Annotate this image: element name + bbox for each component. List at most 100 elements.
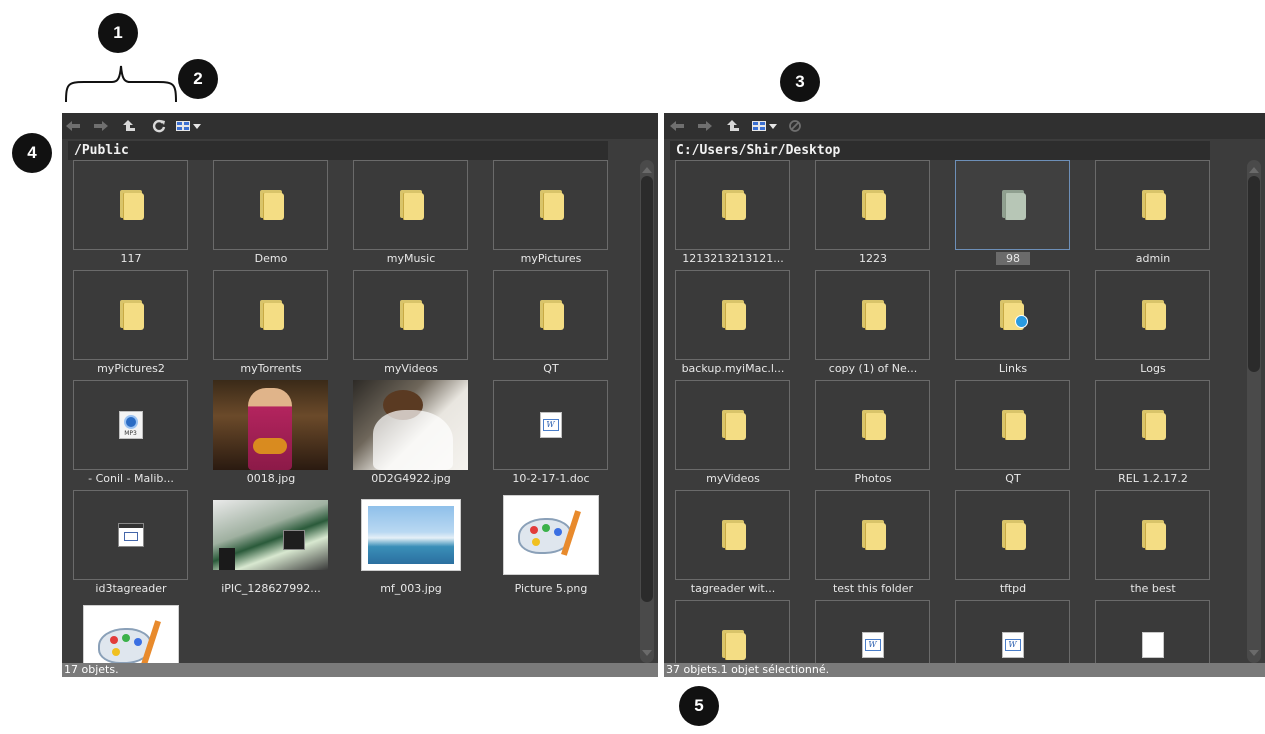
file-item[interactable]: backup.myiMac.l... (670, 270, 810, 380)
file-item[interactable]: test this folder (810, 490, 950, 600)
item-thumbnail[interactable] (675, 270, 790, 360)
item-thumbnail[interactable] (353, 490, 468, 580)
file-item[interactable]: Demo (208, 160, 348, 270)
item-thumbnail[interactable] (815, 380, 930, 470)
path-bar[interactable]: C:/Users/Shir/Desktop (670, 141, 1210, 160)
file-item[interactable]: myMusic (348, 160, 488, 270)
item-thumbnail[interactable] (675, 490, 790, 580)
item-thumbnail[interactable] (1095, 490, 1210, 580)
view-mode-icon[interactable] (750, 118, 780, 134)
forward-arrow-icon[interactable] (92, 118, 110, 134)
file-item[interactable]: 1213213213121... (670, 160, 810, 270)
item-thumbnail[interactable]: MP3 (73, 380, 188, 470)
path-bar[interactable]: /Public (68, 141, 608, 160)
item-thumbnail[interactable]: W (493, 380, 608, 470)
item-thumbnail[interactable]: W (815, 600, 930, 663)
item-thumbnail[interactable] (675, 380, 790, 470)
back-arrow-icon[interactable] (64, 118, 82, 134)
item-thumbnail[interactable] (493, 490, 608, 580)
back-arrow-icon[interactable] (668, 118, 686, 134)
item-thumbnail[interactable] (353, 270, 468, 360)
file-item[interactable]: id3tagreader (68, 490, 208, 600)
item-label: myVideos (706, 472, 760, 485)
file-item[interactable]: Photos (810, 380, 950, 490)
item-thumbnail[interactable] (213, 270, 328, 360)
scroll-down-icon[interactable] (1249, 649, 1259, 657)
view-mode-icon[interactable] (174, 118, 204, 134)
file-item[interactable]: QT (488, 270, 628, 380)
file-item[interactable]: W 10-2-17-1.doc (488, 380, 628, 490)
item-thumbnail[interactable] (955, 160, 1070, 250)
file-item[interactable]: Links (950, 270, 1090, 380)
item-thumbnail[interactable] (1095, 270, 1210, 360)
item-thumbnail[interactable] (213, 380, 328, 470)
item-label: myVideos (384, 362, 438, 375)
file-item[interactable]: tagreader wit... (670, 490, 810, 600)
file-item[interactable]: admin (1090, 160, 1230, 270)
item-thumbnail[interactable] (213, 160, 328, 250)
file-item[interactable] (1090, 600, 1230, 663)
item-thumbnail[interactable] (815, 160, 930, 250)
item-thumbnail[interactable] (73, 490, 188, 580)
item-thumbnail[interactable] (1095, 600, 1210, 663)
file-item[interactable]: copy (1) of Ne... (810, 270, 950, 380)
file-item[interactable] (670, 600, 810, 663)
file-item[interactable]: 0D2G4922.jpg (348, 380, 488, 490)
hide-icon[interactable] (786, 118, 804, 134)
vertical-scrollbar[interactable] (1247, 160, 1261, 663)
file-item[interactable]: tftpd (950, 490, 1090, 600)
file-item[interactable]: 1223 (810, 160, 950, 270)
file-item[interactable]: myTorrents (208, 270, 348, 380)
item-thumbnail[interactable]: W (955, 600, 1070, 663)
scroll-up-icon[interactable] (1249, 166, 1259, 174)
file-item[interactable]: 117 (68, 160, 208, 270)
vertical-scrollbar[interactable] (640, 160, 654, 663)
file-item[interactable]: myPictures (488, 160, 628, 270)
up-folder-icon[interactable] (724, 118, 742, 134)
item-thumbnail[interactable] (73, 160, 188, 250)
file-item[interactable]: myPictures2 (68, 270, 208, 380)
scroll-thumb[interactable] (641, 176, 653, 602)
file-item[interactable]: W (950, 600, 1090, 663)
scroll-up-icon[interactable] (642, 166, 652, 174)
file-item[interactable]: W (810, 600, 950, 663)
up-folder-icon[interactable] (120, 118, 138, 134)
item-thumbnail[interactable] (815, 490, 930, 580)
item-thumbnail[interactable] (73, 270, 188, 360)
scroll-down-icon[interactable] (642, 649, 652, 657)
file-item[interactable]: Logs (1090, 270, 1230, 380)
item-thumbnail[interactable] (675, 600, 790, 663)
file-item[interactable]: myVideos (670, 380, 810, 490)
item-thumbnail[interactable] (353, 160, 468, 250)
item-thumbnail[interactable] (1095, 160, 1210, 250)
file-item[interactable]: mf_003.jpg (348, 490, 488, 600)
item-thumbnail[interactable] (815, 270, 930, 360)
file-item[interactable]: myVideos (348, 270, 488, 380)
item-thumbnail[interactable] (73, 600, 188, 663)
file-item[interactable]: 98 (950, 160, 1090, 270)
item-thumbnail[interactable] (1095, 380, 1210, 470)
item-label: tagreader wit... (690, 582, 776, 595)
scroll-thumb[interactable] (1248, 176, 1260, 372)
item-thumbnail[interactable] (353, 380, 468, 470)
item-thumbnail[interactable] (493, 160, 608, 250)
item-thumbnail[interactable] (955, 380, 1070, 470)
file-item[interactable]: Picture 5.png (488, 490, 628, 600)
item-thumbnail[interactable] (675, 160, 790, 250)
file-item[interactable]: REL 1.2.17.2 (1090, 380, 1230, 490)
file-item[interactable]: 0018.jpg (208, 380, 348, 490)
item-label: Photos (854, 472, 892, 485)
file-item[interactable]: the best (1090, 490, 1230, 600)
refresh-icon[interactable] (150, 118, 168, 134)
folder-icon (118, 300, 144, 330)
item-thumbnail[interactable] (955, 490, 1070, 580)
file-item[interactable]: MP3 - Conil - Malib... (68, 380, 208, 490)
item-thumbnail[interactable] (955, 270, 1070, 360)
file-item[interactable]: QT (950, 380, 1090, 490)
item-thumbnail[interactable] (213, 490, 328, 580)
item-thumbnail[interactable] (493, 270, 608, 360)
folder-icon (720, 630, 746, 660)
file-item[interactable]: iPIC_128627992... (208, 490, 348, 600)
forward-arrow-icon[interactable] (696, 118, 714, 134)
file-item[interactable] (68, 600, 208, 663)
